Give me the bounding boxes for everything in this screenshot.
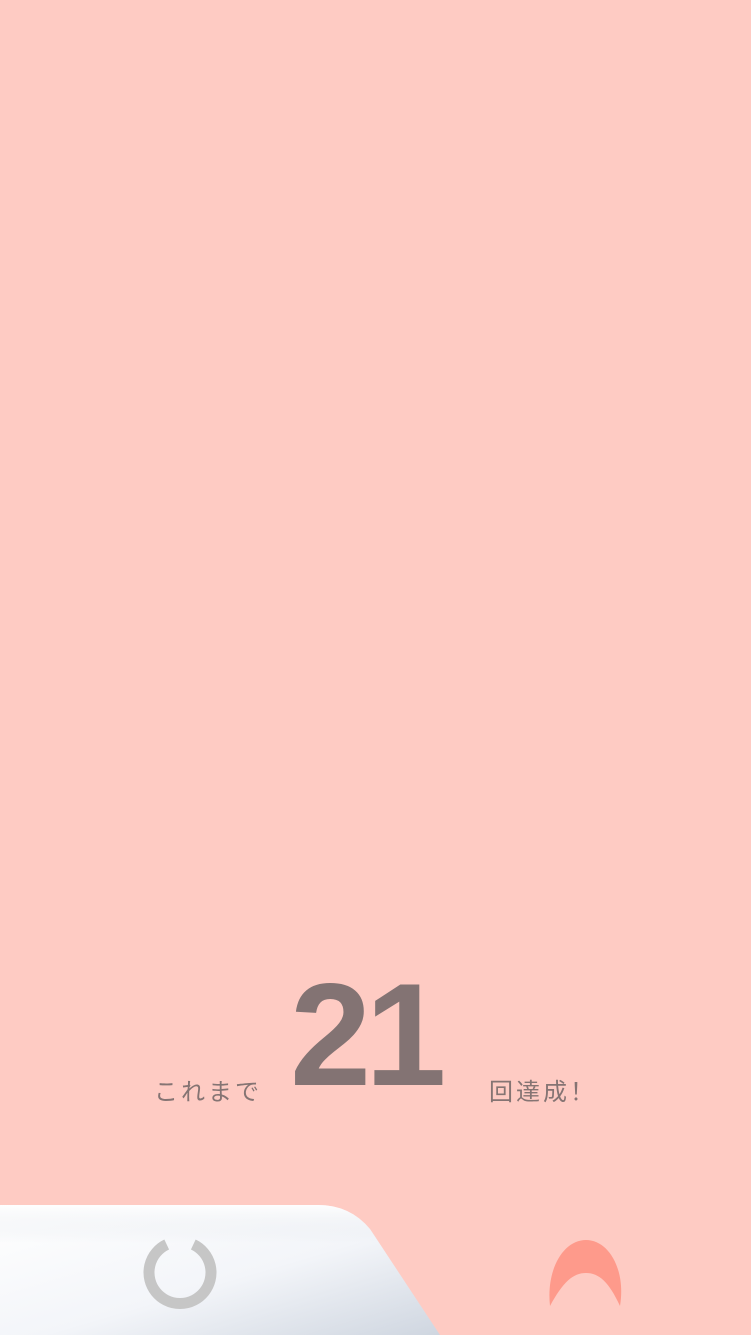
counter-suffix: 回達成！ (489, 1078, 597, 1106)
main-screen: これまで 21 回達成！ (0, 0, 751, 1335)
achievement-count: 21 (290, 953, 446, 1116)
refresh-icon (143, 1239, 217, 1309)
reset-button[interactable] (136, 1228, 224, 1316)
counter-prefix: これまで (154, 1078, 262, 1106)
arch-icon (549, 1240, 622, 1306)
mascot-button[interactable] (543, 1230, 629, 1314)
achievement-counter: これまで 21 回達成！ (0, 960, 751, 1110)
